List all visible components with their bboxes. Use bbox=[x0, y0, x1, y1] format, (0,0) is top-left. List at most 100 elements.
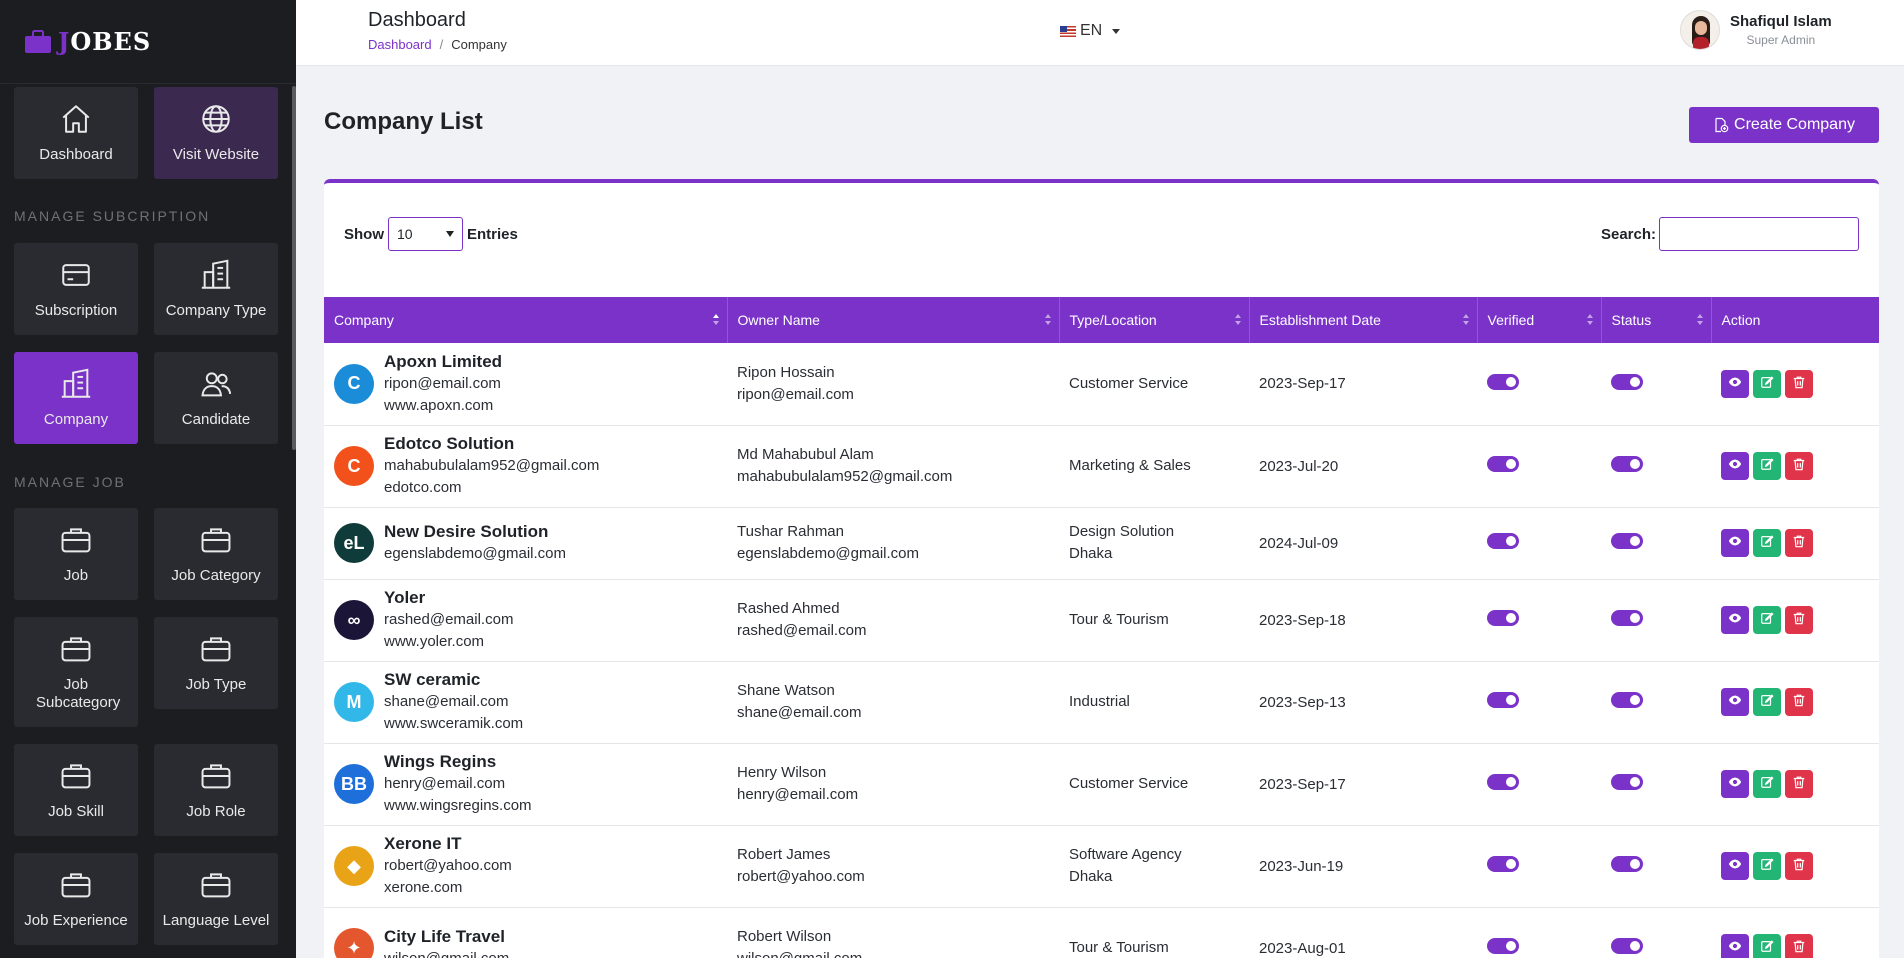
sidebar-item-label: Job bbox=[63, 567, 89, 584]
sidebar-item-dashboard[interactable]: Dashboard bbox=[14, 87, 138, 179]
view-button[interactable] bbox=[1721, 606, 1749, 634]
verified-toggle[interactable] bbox=[1487, 938, 1519, 954]
brand-logo[interactable]: JOBES bbox=[0, 0, 296, 84]
edit-button[interactable] bbox=[1753, 369, 1781, 398]
top-bar: Dashboard Dashboard / Company EN Shafiqul … bbox=[296, 0, 1904, 66]
sidebar-item-label: Dashboard bbox=[39, 146, 113, 163]
entries-select[interactable]: 10 bbox=[388, 217, 463, 251]
view-button[interactable] bbox=[1721, 934, 1749, 958]
sidebar-item-label: Subscription bbox=[34, 302, 118, 319]
eye-icon bbox=[1728, 939, 1742, 957]
company-logo: C bbox=[334, 446, 374, 486]
sidebar-item-company[interactable]: Company bbox=[14, 352, 138, 444]
verified-cell bbox=[1477, 907, 1601, 958]
column-header-date[interactable]: Establishment Date bbox=[1249, 297, 1478, 343]
sidebar-item-job-role[interactable]: Job Role bbox=[154, 744, 278, 836]
company-logo: ◆ bbox=[334, 846, 374, 886]
column-header-company[interactable]: Company bbox=[324, 297, 728, 343]
delete-button[interactable] bbox=[1785, 369, 1813, 398]
edit-button[interactable] bbox=[1753, 688, 1781, 716]
edit-button[interactable] bbox=[1753, 852, 1781, 880]
delete-button[interactable] bbox=[1785, 852, 1813, 880]
view-button[interactable] bbox=[1721, 852, 1749, 880]
create-company-button[interactable]: Create Company bbox=[1689, 107, 1879, 143]
sidebar-item-job-category[interactable]: Job Category bbox=[154, 508, 278, 600]
delete-button[interactable] bbox=[1785, 688, 1813, 716]
status-toggle[interactable] bbox=[1611, 692, 1643, 708]
breadcrumb-separator: / bbox=[439, 37, 444, 52]
status-toggle[interactable] bbox=[1611, 373, 1643, 390]
edit-button[interactable] bbox=[1753, 529, 1781, 557]
verified-toggle[interactable] bbox=[1487, 373, 1519, 390]
company-name[interactable]: SW ceramic bbox=[384, 669, 523, 691]
brand-name-rest: OBES bbox=[70, 27, 152, 56]
entries-label: Entries bbox=[467, 225, 518, 243]
delete-button[interactable] bbox=[1785, 606, 1813, 634]
status-toggle[interactable] bbox=[1611, 610, 1643, 626]
verified-toggle[interactable] bbox=[1487, 610, 1519, 626]
user-role: Super Admin bbox=[1746, 33, 1816, 47]
view-button[interactable] bbox=[1721, 770, 1749, 798]
sidebar-item-job-skill[interactable]: Job Skill bbox=[14, 744, 138, 836]
sidebar-item-visit-website[interactable]: Visit Website bbox=[154, 87, 278, 179]
breadcrumb-home-link[interactable]: Dashboard bbox=[368, 37, 432, 52]
company-email: robert@yahoo.com bbox=[384, 857, 512, 874]
edit-button[interactable] bbox=[1753, 606, 1781, 634]
status-toggle[interactable] bbox=[1611, 774, 1643, 790]
delete-button[interactable] bbox=[1785, 770, 1813, 798]
edit-button[interactable] bbox=[1753, 452, 1781, 480]
sidebar-item-job[interactable]: Job bbox=[14, 508, 138, 600]
view-button[interactable] bbox=[1721, 452, 1749, 480]
sidebar-item-candidate[interactable]: Candidate bbox=[154, 352, 278, 444]
company-name[interactable]: Apoxn Limited bbox=[384, 351, 502, 373]
delete-button[interactable] bbox=[1785, 452, 1813, 480]
company-name[interactable]: Yoler bbox=[384, 587, 513, 609]
view-button[interactable] bbox=[1721, 529, 1749, 557]
verified-toggle[interactable] bbox=[1487, 692, 1519, 708]
verified-toggle[interactable] bbox=[1487, 774, 1519, 790]
sidebar-scrollbar[interactable] bbox=[292, 86, 296, 450]
column-header-status[interactable]: Status bbox=[1601, 297, 1712, 343]
sort-icon bbox=[1586, 314, 1593, 326]
sort-icon bbox=[712, 314, 719, 326]
status-toggle[interactable] bbox=[1611, 856, 1643, 872]
sidebar-item-job-experience[interactable]: Job Experience bbox=[14, 853, 138, 945]
status-toggle[interactable] bbox=[1611, 533, 1643, 549]
status-toggle[interactable] bbox=[1611, 456, 1643, 472]
column-header-type[interactable]: Type/Location bbox=[1059, 297, 1250, 343]
delete-button[interactable] bbox=[1785, 934, 1813, 958]
sidebar-item-job-subcategory[interactable]: Job Subcategory bbox=[14, 617, 138, 727]
edit-icon bbox=[1760, 693, 1774, 711]
search-input[interactable] bbox=[1659, 217, 1859, 251]
edit-button[interactable] bbox=[1753, 770, 1781, 798]
status-toggle[interactable] bbox=[1611, 938, 1643, 954]
view-button[interactable] bbox=[1721, 369, 1749, 398]
company-name[interactable]: City Life Travel bbox=[384, 926, 509, 948]
column-header-owner[interactable]: Owner Name bbox=[727, 297, 1060, 343]
column-header-verified[interactable]: Verified bbox=[1477, 297, 1602, 343]
type-cell: Design Solution Dhaka bbox=[1059, 507, 1249, 579]
edit-icon bbox=[1760, 611, 1774, 629]
company-name[interactable]: Xerone IT bbox=[384, 833, 512, 855]
language-selector[interactable]: EN bbox=[1060, 22, 1121, 40]
verified-toggle[interactable] bbox=[1487, 856, 1519, 872]
edit-icon bbox=[1760, 534, 1774, 552]
sidebar-item-subscription[interactable]: Subscription bbox=[14, 243, 138, 335]
table-row: C Edotco Solution mahabubulalam952@gmail.c… bbox=[324, 425, 1879, 507]
verified-toggle[interactable] bbox=[1487, 533, 1519, 549]
user-menu[interactable]: Shafiqul Islam Super Admin bbox=[1680, 10, 1832, 50]
sidebar-item-language-level[interactable]: Language Level bbox=[154, 853, 278, 945]
delete-button[interactable] bbox=[1785, 529, 1813, 557]
view-button[interactable] bbox=[1721, 688, 1749, 716]
company-name[interactable]: New Desire Solution bbox=[384, 521, 566, 543]
sidebar-item-job-type[interactable]: Job Type bbox=[154, 617, 278, 709]
verified-toggle[interactable] bbox=[1487, 456, 1519, 472]
briefcase-icon bbox=[201, 528, 231, 553]
company-website: edotco.com bbox=[384, 479, 462, 496]
company-name[interactable]: Wings Regins bbox=[384, 751, 532, 773]
sidebar-section-title: MANAGE SUBCRIPTION bbox=[14, 208, 211, 224]
edit-button[interactable] bbox=[1753, 934, 1781, 958]
company-name[interactable]: Edotco Solution bbox=[384, 433, 599, 455]
briefcase-icon bbox=[61, 873, 91, 898]
sidebar-item-company-type[interactable]: Company Type bbox=[154, 243, 278, 335]
